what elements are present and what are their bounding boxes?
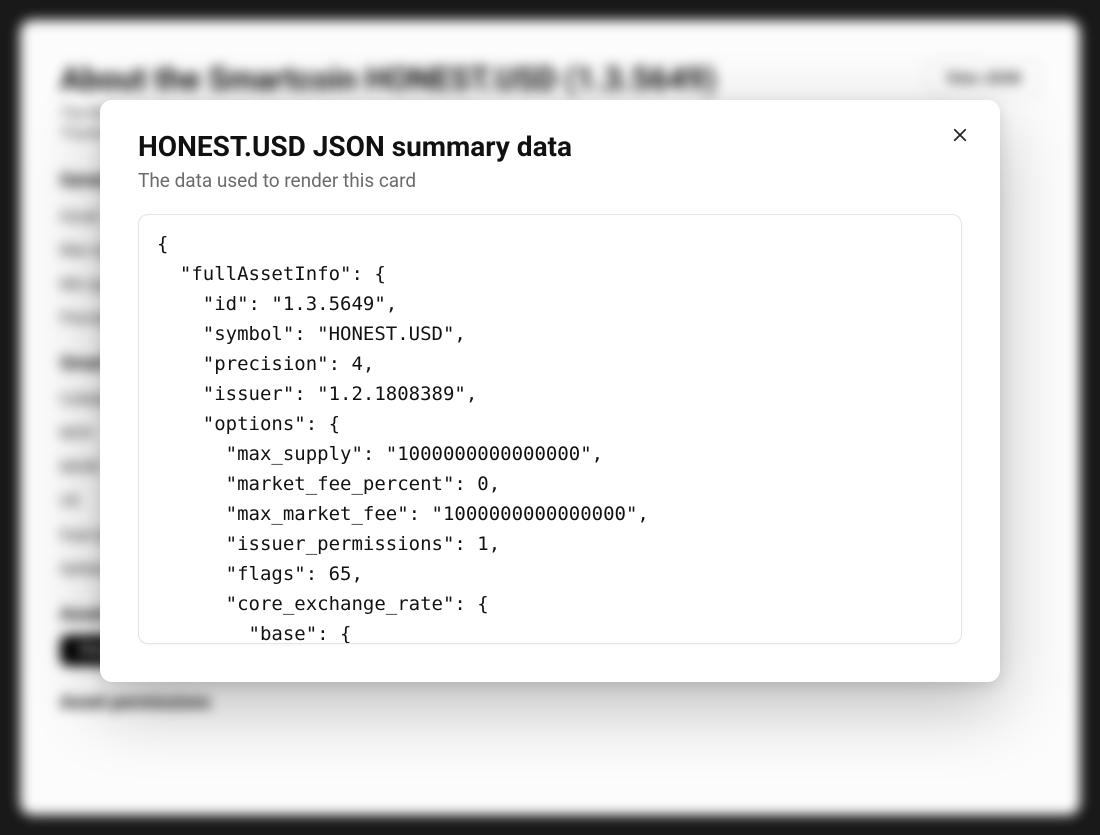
close-icon — [951, 126, 969, 147]
modal-title: HONEST.USD JSON summary data — [138, 130, 962, 163]
close-button[interactable] — [946, 122, 974, 150]
json-summary-modal: HONEST.USD JSON summary data The data us… — [100, 100, 1000, 682]
modal-backdrop[interactable]: HONEST.USD JSON summary data The data us… — [0, 0, 1100, 835]
json-code-box[interactable]: { "fullAssetInfo": { "id": "1.3.5649", "… — [138, 214, 962, 644]
json-code-content: { "fullAssetInfo": { "id": "1.3.5649", "… — [157, 229, 943, 644]
modal-subtitle: The data used to render this card — [138, 169, 962, 192]
